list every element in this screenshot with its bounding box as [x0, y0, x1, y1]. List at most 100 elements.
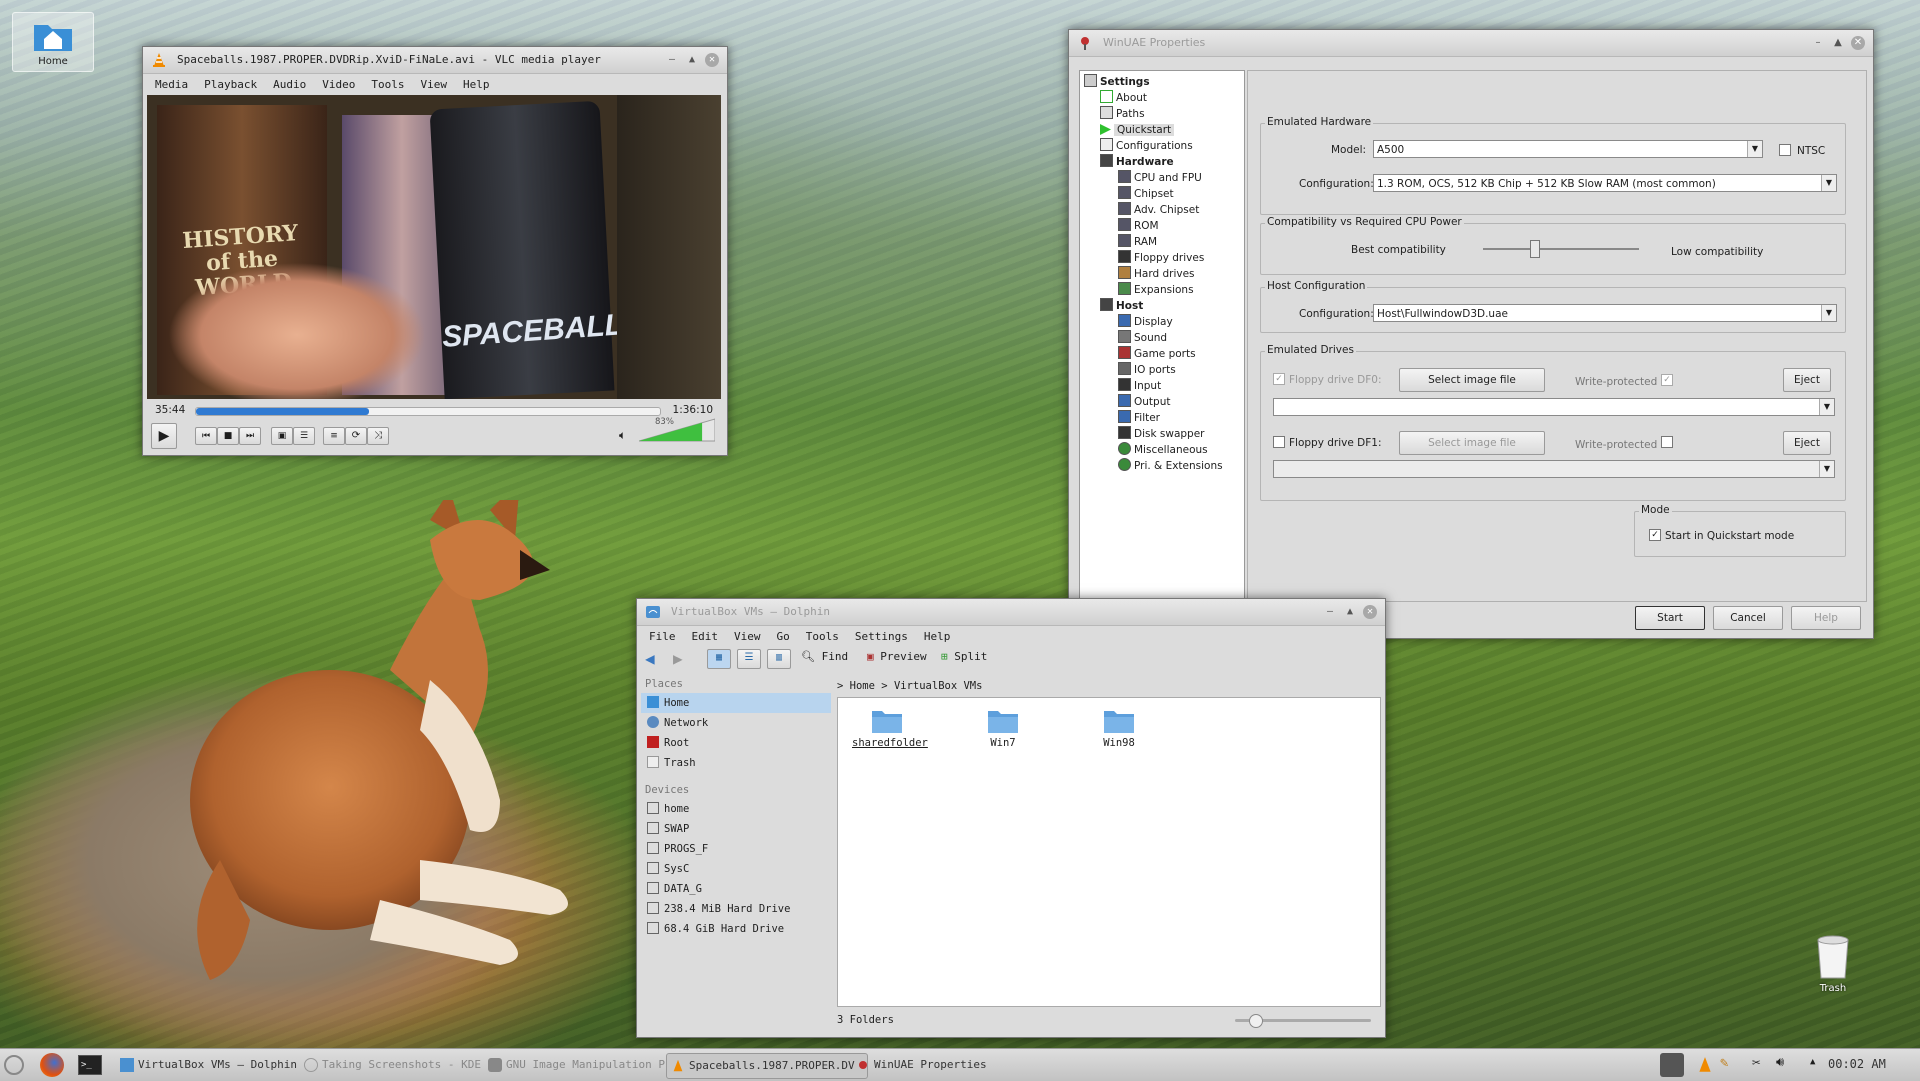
task-dolphin[interactable]: VirtualBox VMs – Dolphin: [116, 1053, 310, 1077]
df1-select-image-button[interactable]: Select image file: [1399, 431, 1545, 455]
task-taking-screenshots[interactable]: Taking Screenshots - KDE: [300, 1053, 502, 1077]
zoom-slider[interactable]: [1235, 1014, 1371, 1028]
vlc-volume-slider[interactable]: 83%: [638, 417, 716, 443]
device-item[interactable]: SysC: [641, 859, 831, 879]
vlc-playlist-button[interactable]: ≡: [323, 427, 345, 445]
df0-eject-button[interactable]: Eject: [1783, 368, 1831, 392]
df1-path-select[interactable]: ▼: [1273, 460, 1835, 478]
compatibility-slider-thumb[interactable]: [1530, 240, 1541, 258]
tree-item[interactable]: About: [1080, 90, 1244, 106]
places-item-trash[interactable]: Trash: [641, 753, 831, 773]
split-button[interactable]: ⊞ Split: [941, 650, 987, 663]
dolphin-menu-view[interactable]: View: [726, 630, 769, 643]
breadcrumb-current[interactable]: VirtualBox VMs: [894, 680, 983, 692]
vlc-menu-view[interactable]: View: [412, 78, 455, 91]
vlc-fullscreen-button[interactable]: ▣: [271, 427, 293, 445]
start-button[interactable]: Start: [1635, 606, 1705, 630]
device-item[interactable]: home: [641, 799, 831, 819]
folder-item[interactable]: Win98: [1084, 708, 1154, 749]
vlc-loop-button[interactable]: ⟳: [345, 427, 367, 445]
dolphin-menu-go[interactable]: Go: [769, 630, 798, 643]
tree-item[interactable]: Host: [1080, 298, 1244, 314]
tree-item[interactable]: Display: [1080, 314, 1244, 330]
task-gimp[interactable]: GNU Image Manipulation P: [484, 1053, 678, 1077]
icons-view-button[interactable]: ▦: [707, 649, 731, 669]
folder-item[interactable]: Win7: [968, 708, 1038, 749]
vlc-previous-button[interactable]: ⏮: [195, 427, 217, 445]
tree-item[interactable]: ROM: [1080, 218, 1244, 234]
dolphin-menu-file[interactable]: File: [641, 630, 684, 643]
tree-item[interactable]: Filter: [1080, 410, 1244, 426]
details-view-button[interactable]: ☰: [737, 649, 761, 669]
places-item-home[interactable]: Home: [641, 693, 831, 713]
vlc-menu-media[interactable]: Media: [147, 78, 196, 91]
desktop-trash-icon[interactable]: Trash: [1808, 932, 1858, 994]
tree-item[interactable]: Adv. Chipset: [1080, 202, 1244, 218]
vlc-next-button[interactable]: ⏭: [239, 427, 261, 445]
tree-item[interactable]: Expansions: [1080, 282, 1244, 298]
terminal-icon[interactable]: >_: [78, 1055, 102, 1075]
preview-button[interactable]: ▣ Preview: [867, 650, 927, 663]
places-item-network[interactable]: Network: [641, 713, 831, 733]
vlc-extended-settings-button[interactable]: ☰: [293, 427, 315, 445]
tray-expand-icon[interactable]: ▲: [1810, 1057, 1815, 1067]
cancel-button[interactable]: Cancel: [1713, 606, 1783, 630]
vlc-tray-icon[interactable]: [1696, 1055, 1714, 1075]
df1-checkbox[interactable]: [1273, 436, 1285, 448]
device-item[interactable]: PROGS_F: [641, 839, 831, 859]
close-button[interactable]: ✕: [1363, 605, 1377, 619]
maximize-button[interactable]: ▲: [1831, 36, 1845, 50]
model-select[interactable]: A500 ▼: [1373, 140, 1763, 158]
desktop-home-icon[interactable]: Home: [12, 12, 94, 72]
device-item[interactable]: SWAP: [641, 819, 831, 839]
vlc-menu-audio[interactable]: Audio: [265, 78, 314, 91]
help-button[interactable]: Help: [1791, 606, 1861, 630]
tree-item[interactable]: Hard drives: [1080, 266, 1244, 282]
host-config-select[interactable]: Host\FullwindowD3D.uae ▼: [1373, 304, 1837, 322]
tree-item[interactable]: Miscellaneous: [1080, 442, 1244, 458]
df0-write-protected-checkbox[interactable]: ✓: [1661, 374, 1673, 386]
tree-item[interactable]: CPU and FPU: [1080, 170, 1244, 186]
tree-item[interactable]: Input: [1080, 378, 1244, 394]
tree-item[interactable]: Chipset: [1080, 186, 1244, 202]
vlc-menu-playback[interactable]: Playback: [196, 78, 265, 91]
tree-item[interactable]: Output: [1080, 394, 1244, 410]
vlc-seek-slider[interactable]: [195, 407, 661, 416]
df1-write-protected-checkbox[interactable]: [1661, 436, 1673, 448]
compatibility-slider[interactable]: [1483, 240, 1639, 258]
folder-item[interactable]: sharedfolder: [852, 708, 928, 749]
tree-item[interactable]: Settings: [1080, 74, 1244, 90]
dolphin-titlebar[interactable]: VirtualBox VMs – Dolphin – ▲ ✕: [637, 599, 1385, 626]
device-item[interactable]: DATA_G: [641, 879, 831, 899]
vlc-menu-video[interactable]: Video: [314, 78, 363, 91]
minimize-button[interactable]: –: [1323, 605, 1337, 619]
minimize-button[interactable]: –: [1811, 36, 1825, 50]
task-winuae[interactable]: WinUAE Properties: [852, 1053, 1034, 1077]
pencil-icon[interactable]: ✎: [1720, 1055, 1728, 1071]
device-item[interactable]: 68.4 GiB Hard Drive: [641, 919, 831, 939]
firefox-icon[interactable]: [40, 1053, 64, 1077]
df0-select-image-button[interactable]: Select image file: [1399, 368, 1545, 392]
close-button[interactable]: ✕: [1851, 36, 1865, 50]
minimize-button[interactable]: –: [665, 53, 679, 67]
scissors-icon[interactable]: ✂: [1752, 1055, 1760, 1071]
find-button[interactable]: 🔍︎ Find: [801, 650, 848, 663]
hardware-config-select[interactable]: 1.3 ROM, OCS, 512 KB Chip + 512 KB Slow …: [1373, 174, 1837, 192]
task-vlc[interactable]: Spaceballs.1987.PROPER.DV: [666, 1053, 868, 1079]
file-view[interactable]: sharedfolder Win7 Win98: [837, 697, 1381, 1007]
forward-arrow-icon[interactable]: ▶: [673, 649, 683, 668]
vlc-menu-help[interactable]: Help: [455, 78, 498, 91]
back-arrow-icon[interactable]: ◀: [645, 649, 655, 668]
tree-item[interactable]: Hardware: [1080, 154, 1244, 170]
tree-item[interactable]: Floppy drives: [1080, 250, 1244, 266]
vlc-menu-tools[interactable]: Tools: [363, 78, 412, 91]
vlc-play-button[interactable]: ▶: [151, 423, 177, 449]
tree-item[interactable]: Sound: [1080, 330, 1244, 346]
volume-tray-icon[interactable]: 🔊︎: [1776, 1055, 1784, 1070]
columns-view-button[interactable]: ▥: [767, 649, 791, 669]
speaker-icon[interactable]: 🔈︎: [619, 428, 626, 443]
winuae-titlebar[interactable]: WinUAE Properties – ▲ ✕: [1069, 30, 1873, 57]
maximize-button[interactable]: ▲: [685, 53, 699, 67]
tree-item[interactable]: Pri. & Extensions: [1080, 458, 1244, 474]
tree-item[interactable]: Game ports: [1080, 346, 1244, 362]
